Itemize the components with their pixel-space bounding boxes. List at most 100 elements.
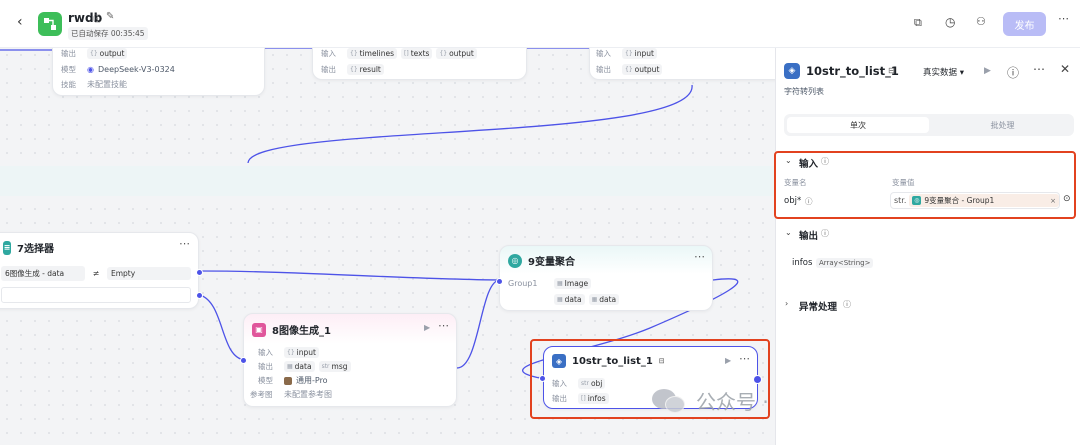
panel-close-icon[interactable]: ✕ [1060, 62, 1070, 76]
mode-tabs: 单次 批处理 [784, 114, 1074, 136]
output-var-type: Array<String> [816, 258, 874, 268]
panel-help-icon[interactable]: ⓘ [1007, 64, 1019, 81]
img-output-label: 输出 [258, 362, 273, 371]
selector-node[interactable]: ≡ 7选择器 ⋯ 6图像生成 - data ≠ Empty [0, 232, 203, 309]
img-msg-tag: str msg [318, 361, 351, 372]
col-var-name: 变量名 [784, 178, 807, 187]
llm-skill-value: 未配置技能 [87, 80, 127, 89]
var-ref-chip[interactable]: ◎ 9变量聚合 - Group1 × [909, 194, 1059, 207]
col-var-value: 变量值 [892, 178, 915, 187]
var-type: str. [894, 196, 907, 205]
var-value-field[interactable]: str. ◎ 9变量聚合 - Group1 × [890, 192, 1060, 209]
copy-icon[interactable]: ⧉ [914, 16, 922, 30]
text-output-label: 输出 [321, 65, 336, 74]
text-node[interactable]: 输入 {} timelines [] texts {} output 输出 {} resu… [312, 48, 527, 80]
llm-output-tag: {} output [87, 48, 128, 59]
code-output-label: 输出 [596, 65, 611, 74]
llm-node[interactable]: 输出 {} output 模型 ◉ DeepSeek-V3-0324 技能 未配置技能 [52, 48, 265, 96]
condition-right[interactable]: Empty [107, 266, 191, 280]
output-var-name: infos [792, 258, 813, 268]
selector-more-icon[interactable]: ⋯ [179, 237, 191, 250]
image-gen-title: 8图像生成_1 [272, 326, 331, 337]
img-model-icon [284, 376, 292, 385]
code-input-label: 输入 [596, 49, 611, 58]
code-node[interactable]: 输入 {} input 输出 {} output [589, 48, 775, 80]
history-icon[interactable]: ◷ [945, 15, 955, 29]
img-model-value: 通用-Pro [296, 376, 328, 385]
collaborators-icon[interactable]: ⚇ [976, 15, 986, 28]
autosave-status: 已自动保存 00:35:45 [68, 27, 148, 40]
var-settings-icon[interactable]: ⊙ [1063, 194, 1071, 204]
llm-model-label: 模型 [61, 65, 76, 74]
aggregate-icon: ◎ [508, 253, 522, 268]
image-gen-run-icon[interactable]: ▶ [424, 323, 430, 332]
input-info-icon: ⓘ [821, 157, 829, 166]
tab-batch[interactable]: 批处理 [934, 117, 1071, 133]
result-tag: {} result [347, 64, 384, 75]
image-gen-port-in[interactable] [240, 357, 247, 364]
else-row[interactable] [1, 287, 191, 303]
agg-data-tag-2: ▦ data [588, 294, 620, 305]
publish-button[interactable]: 发布 [1003, 12, 1046, 36]
panel-run-icon[interactable]: ▶ [984, 66, 991, 76]
img-ref-label: 参考图 [250, 390, 273, 399]
agg-image-tag: ▦ Image [554, 278, 592, 289]
input-tag-output: {} output [436, 48, 477, 59]
selector-port-if[interactable] [196, 269, 203, 276]
error-info-icon: ⓘ [843, 300, 851, 309]
aggregate-ref-icon: ◎ [912, 196, 922, 205]
input-tag-texts: [] texts [401, 48, 433, 59]
condition-row[interactable]: 6图像生成 - data ≠ Empty [1, 265, 191, 281]
img-model-label: 模型 [258, 376, 273, 385]
watermark: 公众号 · 杰克船长的AIGC [652, 386, 775, 415]
top-bar: ‹ rwdb ⓘ ✎ 已自动保存 00:35:45 ⧉ ◷ ⚇ 发布 ⋯ [0, 0, 1080, 48]
tab-single[interactable]: 单次 [787, 117, 929, 133]
group-label: Group1 [508, 279, 538, 288]
input-chevron-icon[interactable]: ⌄ [785, 156, 792, 165]
llm-model-value: DeepSeek-V3-0324 [97, 65, 175, 74]
error-chevron-icon[interactable]: › [785, 299, 788, 308]
panel-node-icon: ◈ [784, 63, 800, 79]
app-logo [38, 12, 62, 36]
image-gen-more-icon[interactable]: ⋯ [438, 319, 450, 332]
code-input-tag: {} input [622, 48, 657, 59]
aggregate-node[interactable]: ◎ 9变量聚合 ⋯ Group1 ▦ Image ▦ data ▦ data [496, 245, 713, 311]
aggregate-port-in[interactable] [496, 278, 503, 285]
panel-more-icon[interactable]: ⋯ [1033, 62, 1045, 76]
node-config-panel: ◈ 10str_to_list_1 ⊟ 真实数据 ▾ ▶ ⓘ ⋯ ✕ 字符转列表… [774, 48, 1080, 445]
output-section-title: 输出 [799, 231, 819, 242]
text-input-label: 输入 [321, 49, 336, 58]
error-section-title: 异常处理 [799, 302, 838, 313]
var-name-info-icon: ⓘ [805, 197, 813, 206]
img-ref-value: 未配置参考图 [284, 390, 332, 399]
condition-operator[interactable]: ≠ [89, 269, 103, 278]
image-gen-icon: ▣ [252, 322, 266, 337]
img-input-label: 输入 [258, 348, 273, 357]
img-data-tag: ▦ data [284, 361, 315, 372]
wechat-icon [652, 387, 688, 415]
aggregate-more-icon[interactable]: ⋯ [694, 250, 706, 263]
workflow-canvas[interactable]: 输出 {} output 模型 ◉ DeepSeek-V3-0324 技能 未配置技能 输… [0, 48, 775, 445]
watermark-text: 公众号 · 杰克船长的AIGC [696, 390, 775, 414]
clear-icon[interactable]: × [1050, 197, 1056, 205]
img-input-tag: {} input [284, 347, 319, 358]
llm-skill-label: 技能 [61, 80, 76, 89]
info-icon[interactable]: ⓘ [93, 12, 102, 25]
aggregate-title: 9变量聚合 [528, 257, 575, 268]
model-icon: ◉ [87, 65, 94, 74]
selector-title: 7选择器 [17, 244, 54, 255]
output-info-icon: ⓘ [821, 229, 829, 238]
var-name-obj: obj* [784, 196, 802, 206]
output-chevron-icon[interactable]: ⌄ [785, 228, 792, 237]
data-mode-select[interactable]: 真实数据 ▾ [923, 66, 964, 78]
llm-output-label: 输出 [61, 49, 76, 58]
agg-data-tag: ▦ data [554, 294, 585, 305]
image-gen-node[interactable]: ▣ 8图像生成_1 ▶ ⋯ 输入 {} input 输出 ▦ data str msg 模型 通… [240, 313, 457, 407]
condition-left[interactable]: 6图像生成 - data [1, 265, 85, 281]
selector-port-else[interactable] [196, 292, 203, 299]
code-output-tag: {} output [622, 64, 663, 75]
selector-icon: ≡ [3, 240, 11, 255]
edit-icon[interactable]: ✎ [106, 11, 114, 22]
back-icon[interactable]: ‹ [17, 14, 23, 30]
more-icon[interactable]: ⋯ [1058, 12, 1069, 25]
